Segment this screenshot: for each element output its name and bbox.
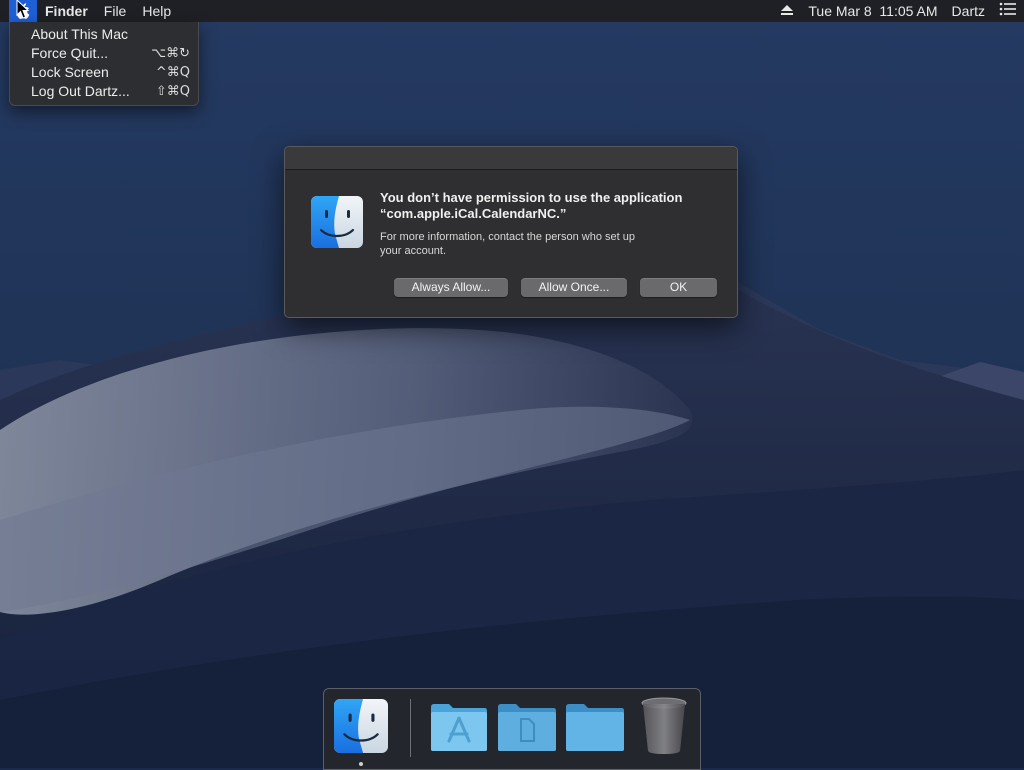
menu-user[interactable]: Dartz <box>945 0 992 22</box>
dialog-message: For more information, contact the person… <box>380 230 680 258</box>
menu-item-shortcut: ⌥⌘↻ <box>151 46 190 61</box>
menu-item-label: Force Quit... <box>31 45 109 61</box>
downloads-folder-icon[interactable] <box>564 701 626 753</box>
apple-menu-dropdown: About This Mac Force Quit... ⌥⌘↻ Lock Sc… <box>9 22 199 106</box>
menu-item-shortcut: ⇧⌘Q <box>155 84 190 99</box>
menu-help[interactable]: Help <box>134 0 179 22</box>
finder-icon[interactable] <box>334 699 388 753</box>
menu-item-label: About This Mac <box>31 26 129 42</box>
menu-file[interactable]: File <box>96 0 135 22</box>
documents-folder-icon[interactable] <box>496 701 558 753</box>
ok-button[interactable]: OK <box>640 278 717 297</box>
menu-item-about-this-mac[interactable]: About This Mac <box>10 25 198 44</box>
dialog-titlebar[interactable] <box>285 147 737 170</box>
dialog-message-line: For more information, contact the person… <box>380 231 635 243</box>
menu-bar: Finder File Help Tue Mar 8 11:05 AM Dart… <box>0 0 1024 22</box>
applications-folder-icon[interactable] <box>429 701 489 753</box>
menu-item-lock-screen[interactable]: Lock Screen ^⌘Q <box>10 63 198 82</box>
notification-list-icon[interactable] <box>992 0 1024 22</box>
menu-clock[interactable]: Tue Mar 8 11:05 AM <box>801 0 944 22</box>
dialog-title: You don’t have permission to use the app… <box>380 190 720 222</box>
menu-item-label: Log Out Dartz... <box>31 83 130 99</box>
dialog-title-line: “com.apple.iCal.CalendarNC.” <box>380 206 567 221</box>
desktop-wallpaper <box>0 0 1024 768</box>
finder-icon <box>311 196 363 248</box>
allow-once-button[interactable]: Allow Once... <box>521 278 627 297</box>
dock <box>323 688 701 770</box>
eject-icon[interactable] <box>773 0 801 22</box>
trash-icon[interactable] <box>640 697 688 755</box>
dock-divider <box>410 699 411 757</box>
menu-item-log-out[interactable]: Log Out Dartz... ⇧⌘Q <box>10 82 198 101</box>
running-indicator-dot <box>359 762 363 766</box>
dialog-title-line: You don’t have permission to use the app… <box>380 190 683 205</box>
menu-item-shortcut: ^⌘Q <box>155 65 190 80</box>
dialog-message-line: your account. <box>380 245 447 257</box>
mouse-pointer-icon <box>16 0 30 19</box>
menu-item-label: Lock Screen <box>31 64 109 80</box>
permission-dialog: You don’t have permission to use the app… <box>284 146 738 318</box>
menu-app-name[interactable]: Finder <box>37 0 96 22</box>
menu-item-force-quit[interactable]: Force Quit... ⌥⌘↻ <box>10 44 198 63</box>
always-allow-button[interactable]: Always Allow... <box>394 278 508 297</box>
